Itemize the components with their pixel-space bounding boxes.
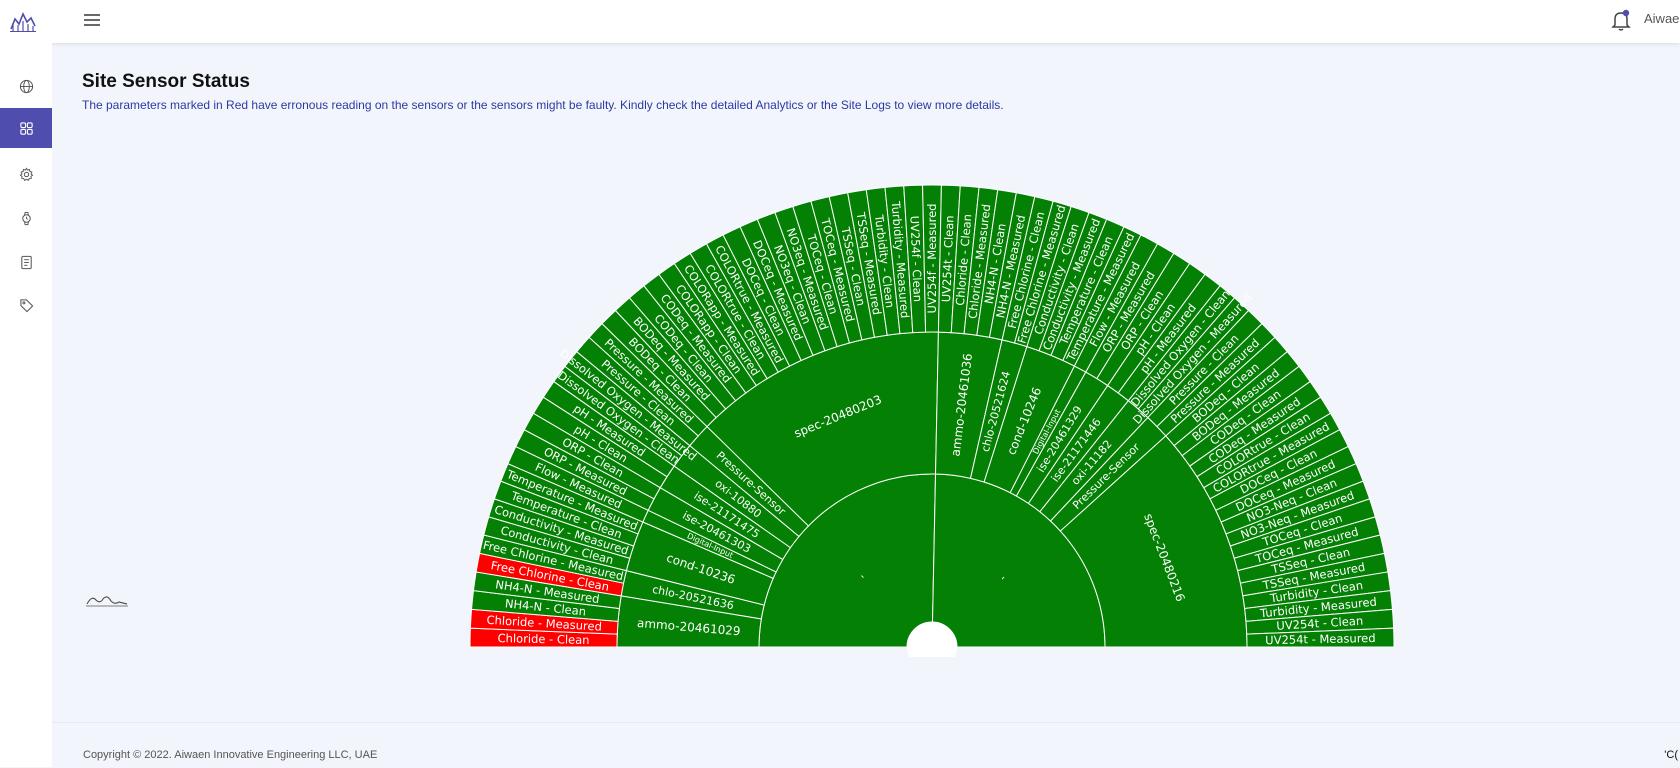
main-content: Site Sensor Status The parameters marked… [52,43,1680,723]
footer-right-text: 'C( [1664,749,1678,761]
notification-bell-icon[interactable] [1610,8,1632,32]
sidebar [0,43,52,767]
page-subtitle: The parameters marked in Red have errono… [82,98,1004,112]
footer: Copyright © 2022. Aiwaen Innovative Engi… [52,722,1680,768]
hamburger-menu-icon[interactable] [82,10,102,30]
document-icon [20,255,32,269]
sidebar-item-watch[interactable] [0,198,52,238]
sunburst-svg: -ammo-20461029Chloride - CleanChloride -… [469,184,1395,657]
logo-icon[interactable] [9,9,37,33]
globe-icon [19,79,33,93]
watch-icon [21,211,31,225]
tag-icon [19,298,33,312]
wave-chart-icon[interactable] [86,591,128,607]
sidebar-item-globe[interactable] [0,66,52,106]
sunburst-leaf-label: Chloride - Clean [497,631,589,647]
sensor-status-sunburst-chart: - ammo-20461029 Chloride - Clean Chloride -… [432,167,1432,657]
sunburst-leaf-label: UV254f - Measured [925,204,939,314]
copyright-text: Copyright © 2022. Aiwaen Innovative Engi… [83,749,378,761]
gear-icon [19,167,33,181]
page-title: Site Sensor Status [82,71,250,92]
top-bar: Aiwae [0,0,1680,43]
dashboard-grid-icon [19,121,33,135]
username[interactable]: Aiwae [1644,11,1679,26]
sidebar-item-documents[interactable] [0,242,52,282]
sunburst-leaf-label: UV254t - Measured [1265,631,1376,647]
sidebar-item-dashboard[interactable] [0,108,52,148]
sidebar-item-tags[interactable] [0,285,52,325]
sidebar-item-settings[interactable] [0,154,52,194]
